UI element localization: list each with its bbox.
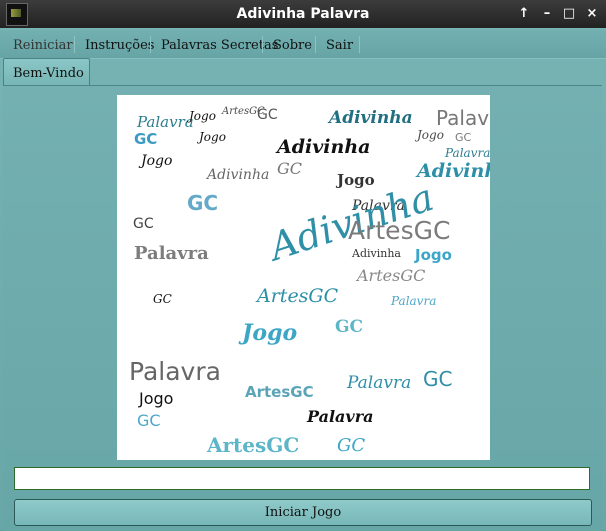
cloud-word: ArtesGC — [257, 285, 339, 307]
menu-separator — [359, 36, 360, 53]
cloud-word: GC — [277, 159, 303, 178]
app-window: Adivinha Palavra ↑ – □ × Reiniciar Instr… — [0, 0, 606, 531]
cloud-word: Adivinha — [352, 247, 401, 260]
cloud-word: Palavra — [436, 106, 490, 130]
cloud-word: Jogo — [139, 389, 174, 408]
cloud-word: Adivinha — [207, 167, 270, 183]
tab-label: Bem-Vindo — [13, 66, 84, 81]
cloud-word: Palavra — [307, 407, 374, 426]
start-game-button[interactable]: Iniciar Jogo — [14, 499, 592, 526]
cloud-word: GC — [337, 435, 366, 456]
cloud-word: Palavra — [445, 146, 490, 160]
menu-bar: Reiniciar Instruções Palavras Secretas S… — [0, 30, 606, 59]
cloud-word: Adivinha — [277, 136, 371, 158]
menu-separator — [315, 36, 316, 53]
maximize-icon[interactable]: □ — [559, 5, 579, 23]
menu-separator — [74, 36, 75, 53]
cloud-word: Palavra — [134, 243, 209, 264]
menu-palavras-secretas[interactable]: Palavras Secretas — [161, 38, 278, 53]
cloud-word: ArtesGC — [348, 216, 451, 245]
cloud-word: GC — [335, 317, 364, 337]
cloud-word: Palavra — [137, 113, 194, 131]
cloud-word: Jogo — [141, 153, 173, 169]
menu-instrucoes[interactable]: Instruções — [85, 38, 154, 53]
cloud-word: Jogo — [242, 320, 298, 346]
title-bar: Adivinha Palavra ↑ – □ × — [0, 0, 606, 28]
minimize-icon[interactable]: – — [537, 5, 557, 23]
keep-above-icon[interactable]: ↑ — [514, 5, 534, 23]
word-input[interactable] — [14, 467, 590, 490]
cloud-word: Palavra — [391, 294, 437, 308]
cloud-word: Jogo — [337, 171, 375, 189]
menu-separator — [262, 36, 263, 53]
menu-sobre[interactable]: Sobre — [273, 38, 312, 53]
close-icon[interactable]: × — [582, 5, 602, 23]
cloud-word: GC — [134, 130, 158, 148]
cloud-word: Jogo — [417, 128, 444, 142]
cloud-word: ArtesGC — [207, 433, 300, 457]
cloud-word: Jogo — [415, 246, 452, 264]
menu-separator — [150, 36, 151, 53]
cloud-word: Jogo — [189, 109, 216, 123]
cloud-word: Palavra — [129, 357, 221, 386]
cloud-word: GC — [257, 107, 278, 123]
cloud-word: Jogo — [199, 130, 226, 144]
cloud-word: ArtesGC — [357, 266, 426, 285]
cloud-word: GC — [423, 367, 453, 391]
cloud-word: Adivinha — [417, 160, 490, 182]
cloud-word: Palavra — [347, 373, 412, 393]
menu-sair[interactable]: Sair — [326, 38, 353, 53]
cloud-word: ArtesGC — [245, 383, 314, 401]
cloud-word: GC — [153, 292, 172, 306]
tab-bem-vindo[interactable]: Bem-Vindo — [3, 58, 90, 87]
cloud-word: GC — [455, 131, 472, 144]
cloud-word: GC — [137, 411, 161, 430]
cloud-word: Adivinha — [329, 108, 413, 128]
word-cloud-image: Palavra Jogo ArtesGC GC Adivinha Palavra… — [117, 95, 490, 460]
menu-reiniciar[interactable]: Reiniciar — [13, 38, 73, 53]
cloud-word: GC — [133, 216, 154, 232]
cloud-word: GC — [187, 191, 219, 215]
